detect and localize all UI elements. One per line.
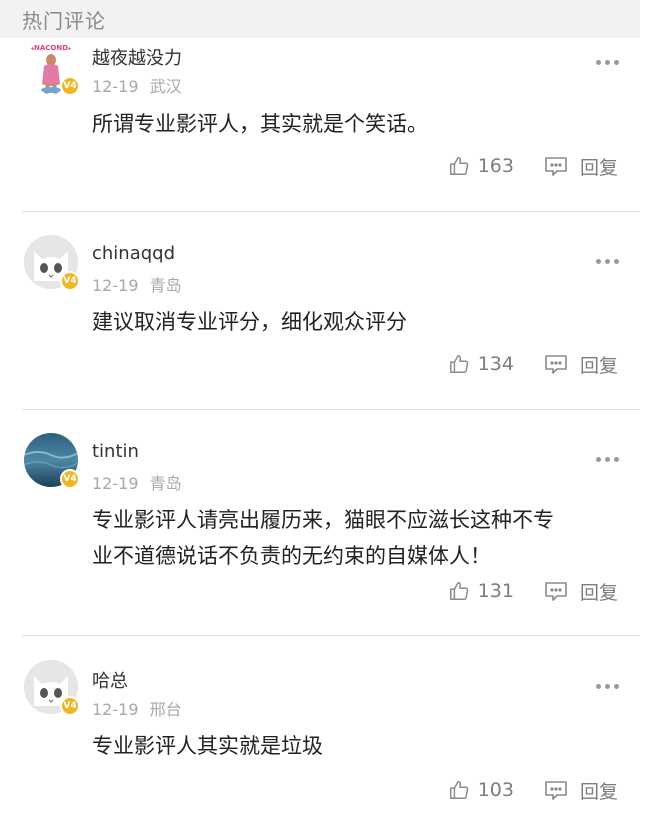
comment-line: 业不道德说话不负责的无约束的自媒体人！: [92, 544, 491, 568]
reply-button[interactable]: 回复: [544, 578, 618, 605]
comment-icon: [545, 355, 567, 374]
divider: [22, 409, 640, 410]
comment-text: 所谓专业影评人，其实就是个笑话。: [92, 106, 622, 142]
comment-meta: 12-19 邢台: [92, 696, 182, 720]
like-button[interactable]: 131: [448, 580, 544, 602]
more-options-button[interactable]: [596, 50, 626, 65]
thumbs-up-icon: [449, 781, 469, 799]
comment-actions: 134 回复: [448, 350, 618, 378]
reply-label: 回复: [579, 156, 618, 179]
like-count: 163: [477, 155, 514, 177]
comment-location: 青岛: [149, 474, 182, 493]
like-count: 131: [477, 580, 514, 602]
comment-location: 武汉: [149, 77, 182, 96]
comment-line: 建议取消专业评分，细化观众评分: [92, 310, 407, 334]
thumbs-up-icon: [449, 355, 469, 373]
comment-location: 邢台: [149, 700, 182, 719]
comment-icon: [545, 157, 567, 176]
comment-location: 青岛: [149, 276, 182, 295]
username[interactable]: 越夜越没力: [92, 44, 182, 70]
divider: [22, 211, 640, 212]
comment-date: 12-19: [92, 77, 139, 96]
reply-label: 回复: [579, 780, 618, 803]
like-count: 103: [477, 779, 514, 801]
comment-meta: 12-19 武汉: [92, 73, 182, 97]
like-button[interactable]: 103: [448, 779, 544, 801]
comment-text: 专业影评人其实就是垃圾: [92, 728, 622, 764]
comment-line: 专业影评人请亮出履历来，猫眼不应滋长这种不专: [92, 508, 554, 532]
comment-actions: 131 回复: [448, 577, 618, 605]
comment-date: 12-19: [92, 700, 139, 719]
avatar[interactable]: V4: [24, 235, 80, 291]
divider: [22, 635, 640, 636]
hot-comments-header: 热门评论: [0, 0, 640, 38]
reply-label: 回复: [579, 581, 618, 604]
comment-date: 12-19: [92, 276, 139, 295]
like-button[interactable]: 134: [448, 353, 544, 375]
vip-badge: V4: [60, 469, 80, 489]
comment-actions: 163 回复: [448, 152, 618, 180]
comment-line: 专业影评人其实就是垃圾: [92, 734, 323, 758]
like-count: 134: [477, 353, 514, 375]
more-options-button[interactable]: [596, 249, 626, 264]
reply-button[interactable]: 回复: [544, 351, 618, 378]
avatar[interactable]: V4: [24, 433, 80, 489]
comment-icon: [545, 582, 567, 601]
comment-meta: 12-19 青岛: [92, 470, 182, 494]
username[interactable]: chinaqqd: [92, 243, 175, 264]
section-title: 热门评论: [22, 9, 106, 33]
thumbs-up-icon: [449, 582, 469, 600]
reply-button[interactable]: 回复: [544, 777, 618, 804]
like-button[interactable]: 163: [448, 155, 544, 177]
comment-meta: 12-19 青岛: [92, 272, 182, 296]
vip-badge: V4: [60, 76, 80, 96]
comment-text: 建议取消专业评分，细化观众评分: [92, 304, 622, 340]
avatar[interactable]: ANACONDA V4: [24, 40, 80, 96]
comment-text: 专业影评人请亮出履历来，猫眼不应滋长这种不专 业不道德说话不负责的无约束的自媒体…: [92, 502, 622, 574]
more-options-button[interactable]: [596, 674, 626, 689]
username[interactable]: 哈总: [92, 667, 128, 693]
avatar[interactable]: V4: [24, 660, 80, 716]
comment-line: 所谓专业影评人，其实就是个笑话。: [92, 112, 428, 136]
reply-label: 回复: [579, 354, 618, 377]
comment-date: 12-19: [92, 474, 139, 493]
reply-button[interactable]: 回复: [544, 153, 618, 180]
vip-badge: V4: [60, 271, 80, 291]
avatar-logo-text: ANACONDA: [29, 44, 74, 52]
thumbs-up-icon: [449, 157, 469, 175]
comment-icon: [545, 781, 567, 800]
comment-actions: 103 回复: [448, 776, 618, 804]
vip-badge: V4: [60, 696, 80, 716]
username[interactable]: tintin: [92, 441, 139, 462]
more-options-button[interactable]: [596, 447, 626, 462]
